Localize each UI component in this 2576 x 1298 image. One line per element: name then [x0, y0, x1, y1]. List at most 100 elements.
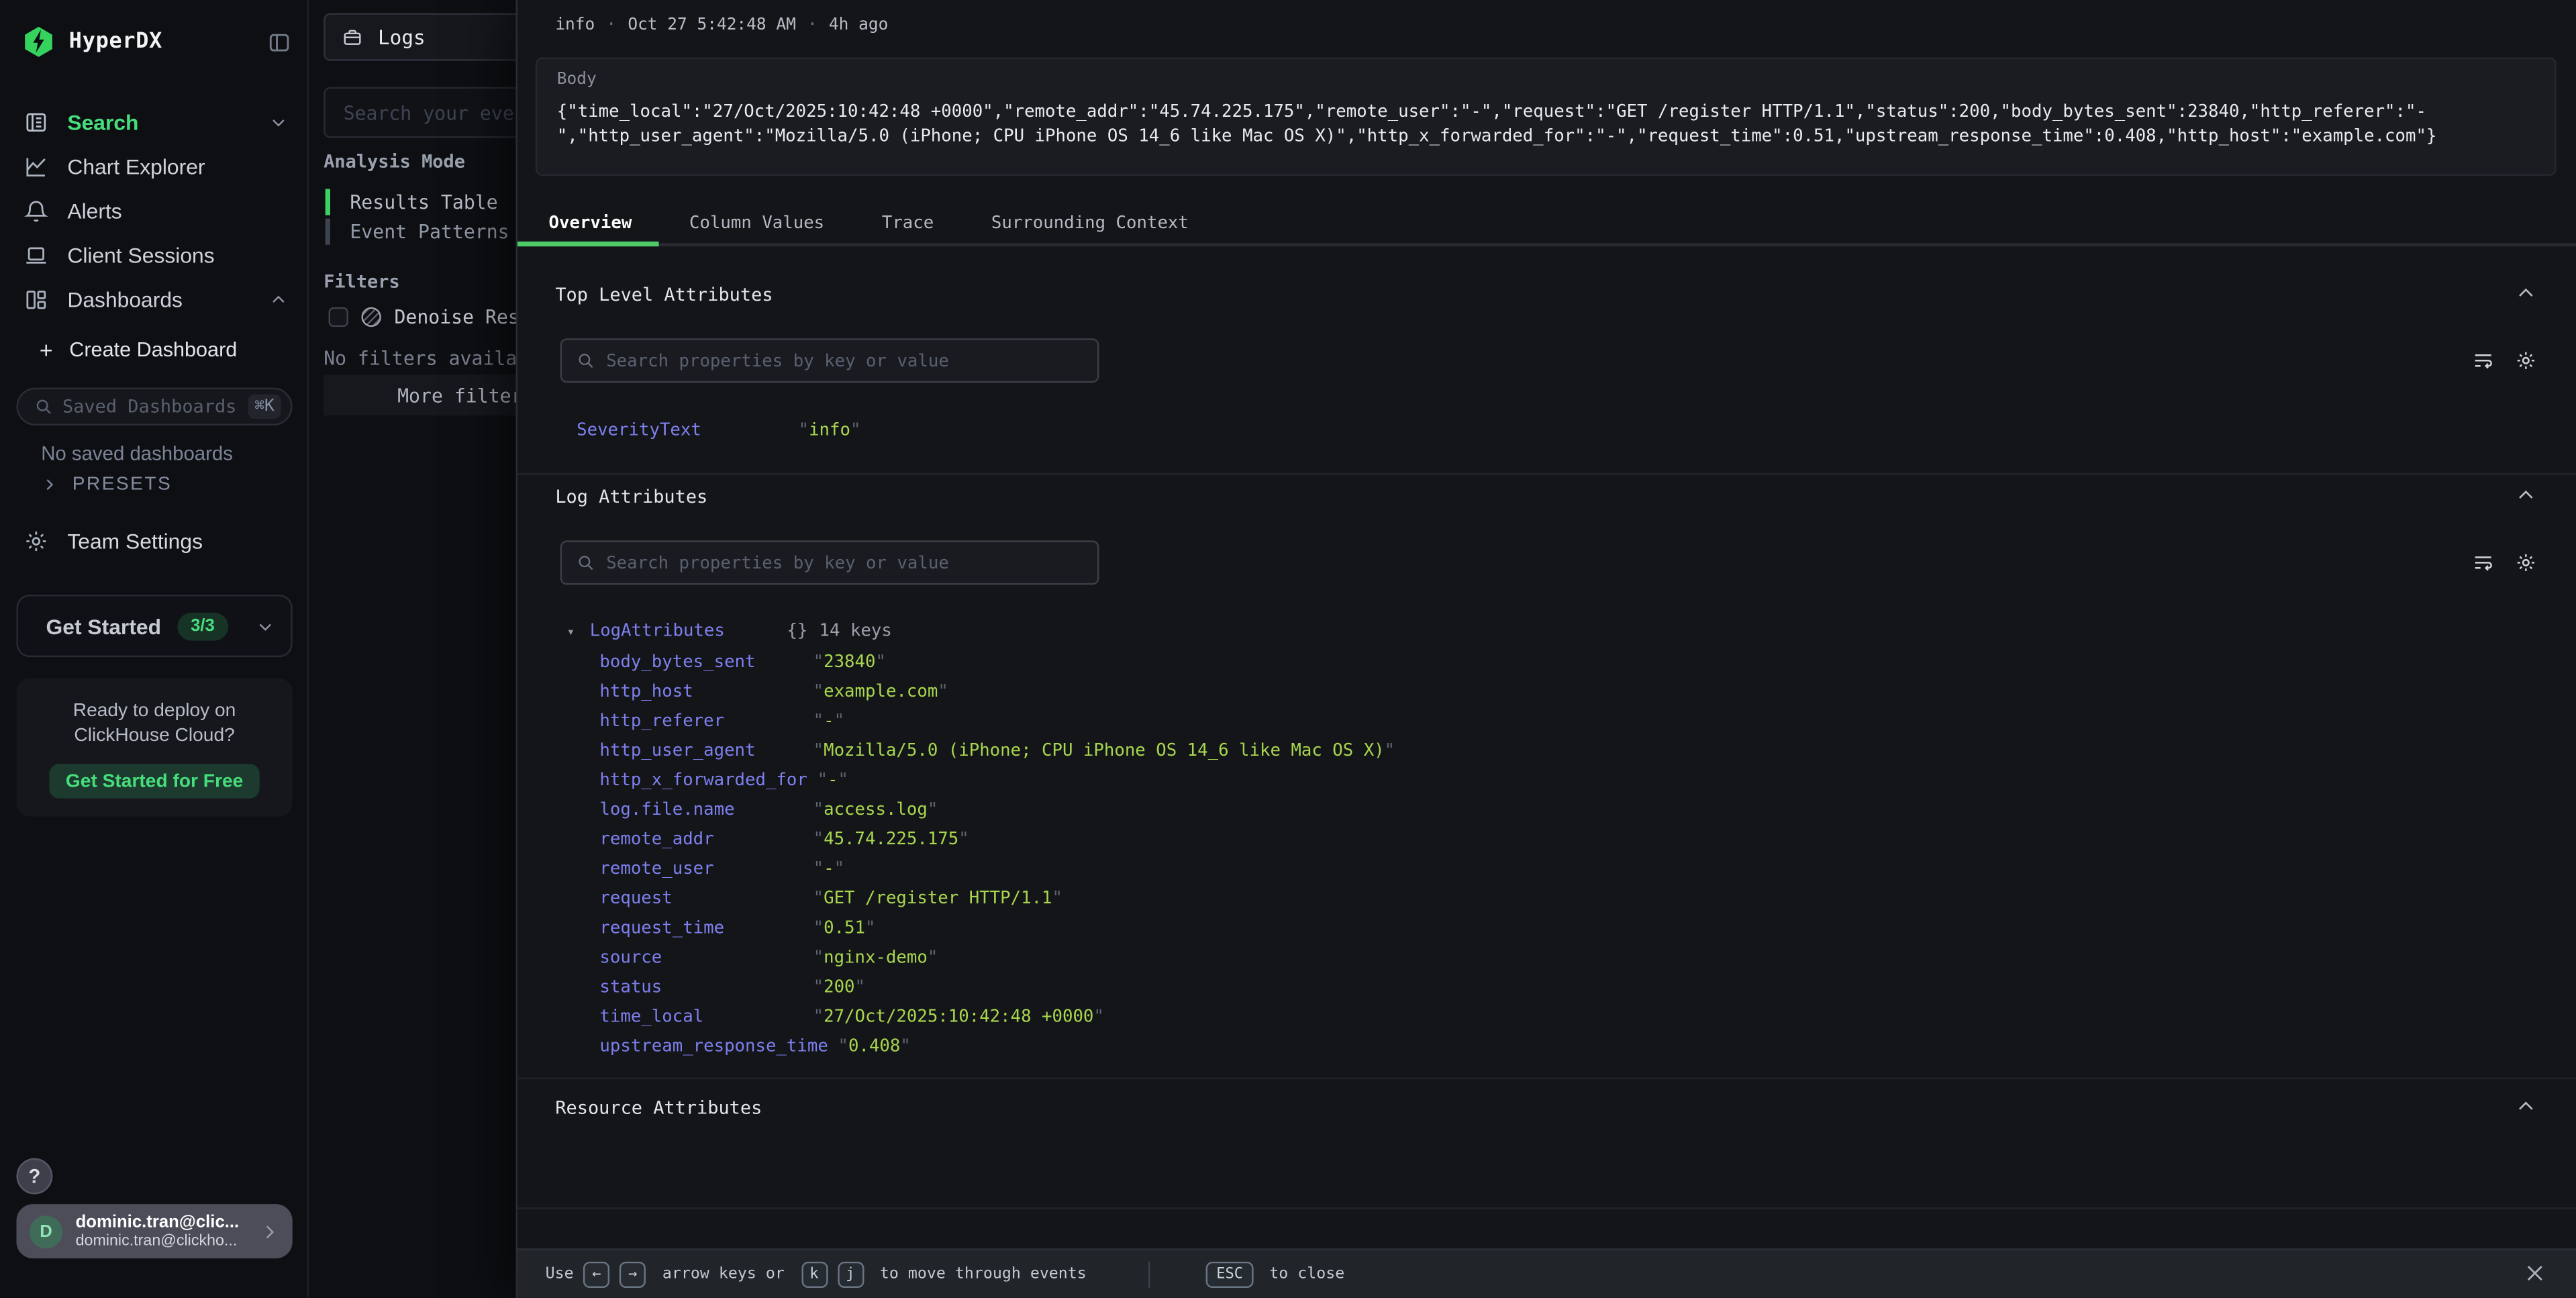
saved-dashboards-input[interactable]	[62, 396, 248, 417]
attribute-value[interactable]: access.log	[813, 800, 938, 819]
denoise-checkbox[interactable]	[329, 307, 348, 327]
attribute-row: http_host example.com	[599, 677, 948, 706]
team-settings-item[interactable]: Team Settings	[23, 529, 203, 554]
get-started-free-button[interactable]: Get Started for Free	[49, 764, 259, 798]
gear-icon[interactable]	[2515, 350, 2536, 371]
more-filters-button[interactable]: More filters	[324, 375, 544, 415]
attribute-value[interactable]: -	[818, 770, 848, 790]
collapse-section-icon[interactable]	[2515, 485, 2536, 506]
attribute-value[interactable]: -	[813, 859, 844, 879]
attribute-key[interactable]: log.file.name	[599, 800, 803, 819]
tab-surrounding-context[interactable]: Surrounding Context	[991, 213, 1189, 233]
create-dashboard-button[interactable]: + Create Dashboard	[40, 337, 238, 363]
top-level-search-box[interactable]	[560, 338, 1099, 383]
chevron-down-icon	[256, 617, 275, 635]
sidebar-item-alerts[interactable]: Alerts	[0, 189, 307, 233]
attribute-value[interactable]: example.com	[813, 682, 948, 701]
get-started-card[interactable]: Get Started 3/3	[16, 595, 292, 657]
attribute-value[interactable]: 45.74.225.175	[813, 830, 969, 849]
attribute-value[interactable]: -	[813, 711, 844, 731]
keyboard-hints-bar: Use ← → arrow keys or k j to move throug…	[517, 1248, 2576, 1297]
top-level-tools	[2473, 350, 2536, 371]
tab-trace[interactable]: Trace	[882, 213, 934, 233]
sidebar-item-dashboards[interactable]: Dashboards	[0, 278, 307, 322]
gear-icon[interactable]	[2515, 552, 2536, 573]
get-started-progress-badge: 3/3	[178, 612, 228, 640]
attribute-key[interactable]: request	[599, 889, 803, 908]
attribute-key[interactable]: source	[599, 948, 803, 967]
collapse-sidebar-icon[interactable]	[268, 30, 291, 53]
collapse-section-icon[interactable]	[2515, 283, 2536, 304]
mode-event-patterns[interactable]: Event Patterns	[326, 217, 509, 246]
wrap-lines-icon[interactable]	[2473, 350, 2494, 371]
no-saved-dashboards-text: No saved dashboards	[41, 442, 233, 464]
hint-to-close: to close	[1269, 1265, 1344, 1283]
kbd-esc[interactable]: ESC	[1207, 1261, 1253, 1287]
collapse-section-icon[interactable]	[2515, 1096, 2536, 1117]
separator-dot: ·	[807, 16, 818, 34]
user-account-card[interactable]: D dominic.tran@clic... dominic.tran@clic…	[16, 1204, 292, 1258]
separator-dot: ·	[606, 16, 616, 34]
saved-dashboards-search[interactable]: ⌘K	[16, 388, 292, 426]
attribute-value[interactable]: Mozilla/5.0 (iPhone; CPU iPhone OS 14_6 …	[813, 741, 1395, 760]
attribute-key[interactable]: remote_user	[599, 859, 803, 879]
attribute-key[interactable]: request_time	[599, 918, 803, 938]
kbd-right-arrow[interactable]: →	[620, 1261, 646, 1287]
attribute-key[interactable]: remote_addr	[599, 830, 803, 849]
search-icon	[577, 554, 595, 572]
event-relative-time: 4h ago	[829, 16, 888, 34]
attribute-value[interactable]: 27/Oct/2025:10:42:48 +0000	[813, 1007, 1104, 1026]
hint-arrow-keys: arrow keys or	[662, 1265, 785, 1283]
close-icon[interactable]	[2524, 1262, 2546, 1285]
keys-count: 14 keys	[820, 621, 892, 640]
top-level-search-input[interactable]	[606, 351, 1083, 370]
attribute-key[interactable]: time_local	[599, 1007, 803, 1026]
sidebar-item-search[interactable]: Search	[0, 100, 307, 144]
source-selector[interactable]: Logs	[324, 13, 544, 61]
attribute-key[interactable]: status	[599, 977, 803, 997]
attribute-key[interactable]: http_referer	[599, 711, 803, 731]
attribute-value[interactable]: 0.408	[838, 1036, 911, 1056]
tree-root-key[interactable]: LogAttributes	[590, 621, 777, 640]
attribute-value[interactable]: 0.51	[813, 918, 876, 938]
promo-text-line1: Ready to deploy on	[16, 700, 292, 725]
attribute-value[interactable]: 200	[813, 977, 865, 997]
tab-overview[interactable]: Overview	[549, 213, 632, 233]
attribute-key[interactable]: body_bytes_sent	[599, 652, 803, 672]
braces-icon: {}	[787, 621, 807, 640]
mode-results-table[interactable]: Results Table	[326, 187, 509, 217]
kbd-k[interactable]: k	[801, 1261, 827, 1287]
event-search-input[interactable]	[344, 101, 544, 124]
attribute-value[interactable]: GET /register HTTP/1.1	[813, 889, 1062, 908]
help-button[interactable]: ?	[16, 1158, 52, 1195]
denoise-icon	[361, 307, 381, 327]
sidebar-item-client-sessions[interactable]: Client Sessions	[0, 234, 307, 278]
search-config-panel: Logs Analysis Mode Results Table Event P…	[311, 0, 542, 1298]
attribute-row: SeverityText info	[577, 415, 860, 445]
attribute-key[interactable]: http_x_forwarded_for	[599, 770, 807, 790]
attribute-value[interactable]: nginx-demo	[813, 948, 938, 967]
attribute-key[interactable]: upstream_response_time	[599, 1036, 828, 1056]
tab-column-values[interactable]: Column Values	[689, 213, 824, 233]
kbd-j[interactable]: j	[837, 1261, 863, 1287]
presets-toggle[interactable]: PRESETS	[41, 475, 172, 494]
promo-text-line2: ClickHouse Cloud?	[16, 724, 292, 749]
attribute-key[interactable]: SeverityText	[577, 421, 789, 440]
event-search-box[interactable]	[324, 87, 544, 138]
sidebar: HyperDX Search Chart Explorer	[0, 0, 309, 1298]
sidebar-item-chart-explorer[interactable]: Chart Explorer	[0, 144, 307, 189]
log-attributes-search-input[interactable]	[606, 553, 1083, 572]
log-attributes-tools	[2473, 552, 2536, 573]
wrap-lines-icon[interactable]	[2473, 552, 2494, 573]
attribute-value[interactable]: 23840	[813, 652, 886, 672]
attribute-key[interactable]: http_host	[599, 682, 803, 701]
body-json-line2: ","http_user_agent":"Mozilla/5.0 (iPhone…	[557, 125, 2535, 150]
attribute-key[interactable]: http_user_agent	[599, 741, 803, 760]
sidebar-item-label: Dashboards	[67, 287, 183, 312]
attribute-value[interactable]: info	[799, 421, 861, 440]
caret-down-icon[interactable]: ▾	[566, 623, 580, 638]
log-attributes-search-box[interactable]	[560, 540, 1099, 585]
body-label: Body	[557, 70, 2535, 89]
mode-indicator	[326, 219, 330, 245]
kbd-left-arrow[interactable]: ←	[583, 1261, 609, 1287]
